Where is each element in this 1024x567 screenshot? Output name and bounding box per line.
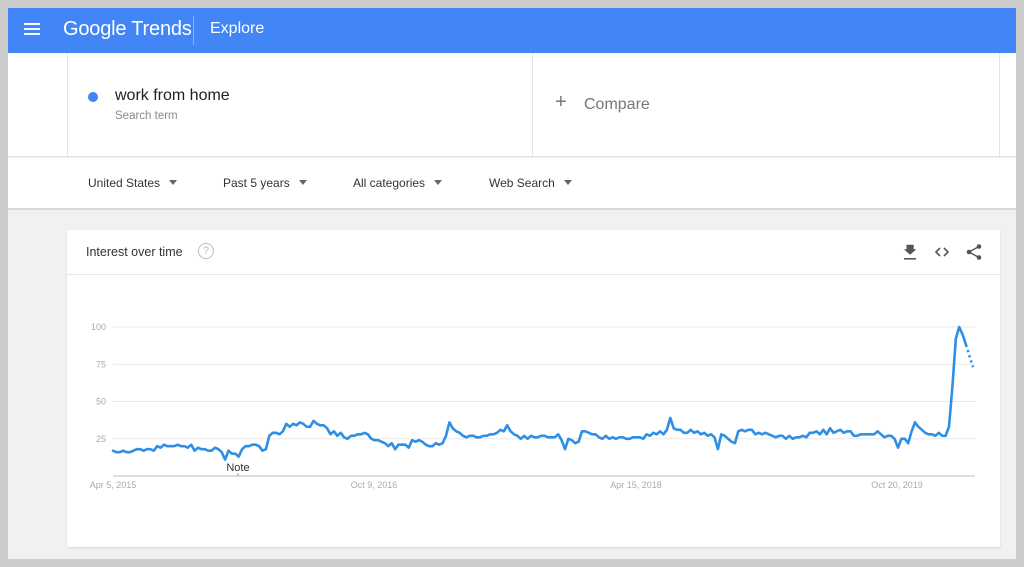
- compare-button[interactable]: + Compare: [533, 53, 1000, 157]
- search-term-card[interactable]: work from home Search term: [67, 53, 533, 157]
- region-dropdown-label: United States: [88, 176, 161, 190]
- term-color-dot: [88, 92, 98, 102]
- chart-annotations: Note: [226, 462, 250, 476]
- category-dropdown-label: All categories: [353, 176, 426, 190]
- x-tick-label: Apr 5, 2015: [90, 480, 137, 490]
- page-title: Explore: [210, 20, 265, 37]
- menu-icon[interactable]: [24, 23, 40, 35]
- chart-grid: [113, 326, 975, 440]
- plus-icon: +: [555, 91, 567, 113]
- x-tick-label: Apr 15, 2018: [610, 480, 662, 490]
- interest-over-time-card: Interest over time ? 25 50 75 100 Apr 5, 20…: [67, 230, 1000, 547]
- y-tick-label: 100: [91, 322, 106, 332]
- time-range-dropdown[interactable]: Past 5 years: [223, 176, 307, 190]
- page: Google Trends Explore work from home Sea…: [8, 8, 1016, 559]
- x-tick-label: Oct 9, 2016: [351, 480, 398, 490]
- search-term-type: Search term: [115, 110, 178, 122]
- interest-chart: 25 50 75 100 Apr 5, 2015 Oct 9, 2016 Apr 15, …: [90, 322, 975, 490]
- search-terms-area: work from home Search term + Compare: [8, 53, 1016, 157]
- series-line-work-from-home: [111, 325, 968, 461]
- time-range-dropdown-label: Past 5 years: [223, 176, 290, 190]
- category-dropdown[interactable]: All categories: [353, 176, 443, 190]
- y-tick-label: 50: [96, 397, 106, 407]
- dropdown-caret-icon: [563, 180, 572, 185]
- y-tick-label: 75: [96, 359, 106, 369]
- dropdown-caret-icon: [434, 180, 443, 185]
- x-tick-label: Oct 20, 2019: [871, 480, 923, 490]
- compare-label: Compare: [584, 96, 650, 113]
- y-axis-ticks: 25 50 75 100: [91, 322, 106, 444]
- search-term-label[interactable]: work from home: [115, 87, 230, 105]
- divider: [193, 16, 194, 45]
- note-annotation[interactable]: Note: [226, 462, 249, 474]
- dropdown-caret-icon: [169, 180, 178, 185]
- app-logo[interactable]: Google Trends: [63, 18, 192, 41]
- filter-bar: United States Past 5 years All categorie…: [8, 158, 1016, 210]
- dropdown-caret-icon: [298, 180, 307, 185]
- region-dropdown[interactable]: United States: [88, 176, 178, 190]
- search-type-dropdown-label: Web Search: [489, 176, 555, 190]
- search-type-dropdown[interactable]: Web Search: [489, 176, 572, 190]
- top-bar: Google Trends Explore: [8, 8, 1016, 53]
- x-axis-ticks: Apr 5, 2015 Oct 9, 2016 Apr 15, 2018 Oct 20…: [90, 480, 923, 490]
- y-tick-label: 25: [96, 434, 106, 444]
